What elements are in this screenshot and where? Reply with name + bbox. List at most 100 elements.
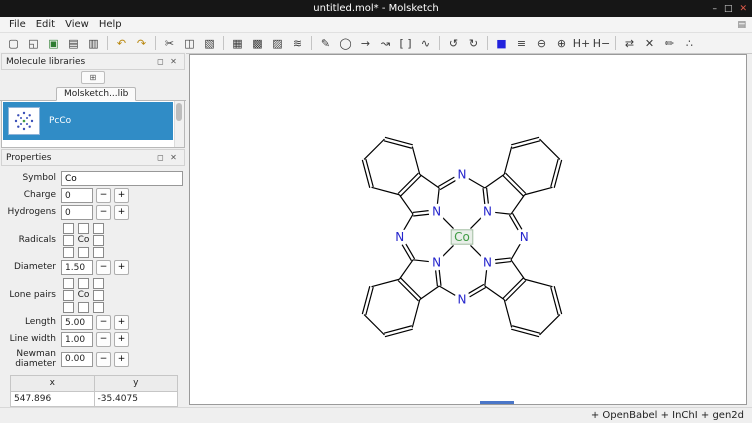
chain-tool-button[interactable]: ∿	[416, 34, 435, 52]
rotate-cw-button[interactable]: ↻	[464, 34, 483, 52]
bond[interactable]	[402, 245, 411, 261]
charge-decrement-button[interactable]: −	[96, 188, 111, 203]
bond[interactable]	[412, 300, 419, 328]
bond[interactable]	[511, 137, 539, 144]
bond[interactable]	[495, 262, 511, 264]
open-file-button[interactable]: ◱	[24, 34, 43, 52]
line-width-button[interactable]: ≡	[512, 34, 531, 52]
bond[interactable]	[511, 195, 525, 214]
bond[interactable]	[470, 245, 481, 256]
bond[interactable]	[469, 179, 485, 188]
bond[interactable]	[551, 287, 558, 315]
properties-float-button[interactable]: ◻	[154, 153, 167, 162]
bond[interactable]	[398, 281, 418, 301]
bond[interactable]	[437, 188, 439, 204]
properties-close-button[interactable]: ✕	[167, 153, 180, 162]
bond[interactable]	[511, 260, 525, 279]
radicals-checkbox[interactable]	[93, 247, 104, 258]
bracket-tool-button[interactable]: [ ]	[396, 34, 415, 52]
bond[interactable]	[525, 279, 553, 286]
bond[interactable]	[420, 286, 439, 300]
bond[interactable]	[525, 187, 553, 194]
radicals-checkbox[interactable]	[63, 247, 74, 258]
drawing-canvas[interactable]: NNNNNNNNCo	[189, 54, 747, 405]
bond[interactable]	[384, 326, 412, 333]
library-settings-button[interactable]: ⊞	[81, 71, 105, 84]
bond[interactable]	[470, 288, 486, 297]
bond[interactable]	[413, 260, 429, 262]
bond[interactable]	[413, 214, 429, 216]
lone-pairs-checkbox[interactable]	[63, 290, 74, 301]
bond[interactable]	[540, 139, 560, 159]
pyrrole-nitrogen-label[interactable]: N	[432, 205, 441, 219]
radicals-checkbox[interactable]	[63, 223, 74, 234]
radicals-checkbox[interactable]	[93, 235, 104, 246]
menu-view[interactable]: View	[60, 19, 94, 30]
bond[interactable]	[372, 187, 400, 194]
bond[interactable]	[366, 159, 373, 187]
export-image-button[interactable]: ▤	[64, 34, 83, 52]
bond[interactable]	[540, 315, 560, 335]
bond[interactable]	[399, 195, 413, 214]
bond[interactable]	[366, 287, 373, 315]
open-library-button[interactable]: ▩	[248, 34, 267, 52]
line-width-value[interactable]: 1.00	[61, 332, 93, 347]
diameter-decrement-button[interactable]: −	[96, 260, 111, 275]
close-button[interactable]: ✕	[739, 4, 747, 14]
color-picker-button[interactable]: ■	[492, 34, 511, 52]
flip-tool-button[interactable]: ⇄	[620, 34, 639, 52]
menu-edit[interactable]: Edit	[31, 19, 60, 30]
maximize-button[interactable]: □	[724, 4, 733, 14]
newman-diameter-decrement-button[interactable]: −	[96, 352, 111, 367]
bond[interactable]	[503, 176, 523, 196]
bond[interactable]	[439, 270, 441, 286]
charge-plus-button[interactable]: ⊕	[552, 34, 571, 52]
rotate-ccw-button[interactable]: ↺	[444, 34, 463, 52]
canvas-hscroll-thumb[interactable]	[480, 401, 514, 404]
radicals-checkbox[interactable]	[78, 223, 89, 234]
pencil-tool-button[interactable]: ✏	[660, 34, 679, 52]
save-button[interactable]: ▣	[44, 34, 63, 52]
library-float-button[interactable]: ◻	[154, 57, 167, 66]
meso-nitrogen-label[interactable]: N	[395, 230, 404, 244]
library-tab-molsketch-lib[interactable]: Molsketch...lib	[56, 87, 136, 101]
coordinate-cell[interactable]: 547.896	[11, 391, 95, 406]
hydrogens-decrement-button[interactable]: −	[96, 205, 111, 220]
length-value[interactable]: 5.00	[61, 315, 93, 330]
charge-increment-button[interactable]: +	[114, 188, 129, 203]
bond[interactable]	[364, 139, 384, 159]
line-width-increment-button[interactable]: +	[114, 332, 129, 347]
bond[interactable]	[384, 141, 412, 148]
library-item[interactable]: PcCo	[3, 102, 173, 140]
bond[interactable]	[554, 286, 561, 314]
meso-nitrogen-label[interactable]: N	[458, 292, 467, 306]
bond[interactable]	[504, 300, 511, 328]
bond[interactable]	[372, 279, 400, 286]
lone-pairs-checkbox[interactable]	[93, 302, 104, 313]
charge-minus-button[interactable]: ⊖	[532, 34, 551, 52]
align-tool-button[interactable]: ≋	[288, 34, 307, 52]
bond[interactable]	[551, 159, 558, 187]
bond[interactable]	[511, 329, 539, 336]
bond[interactable]	[440, 180, 456, 189]
hydrogens-increment-button[interactable]: +	[114, 205, 129, 220]
remove-hydrogen-button[interactable]: H−	[592, 34, 611, 52]
library-scrollbar[interactable]	[174, 101, 184, 147]
delete-tool-button[interactable]: ✕	[640, 34, 659, 52]
bond[interactable]	[405, 243, 414, 259]
bond[interactable]	[495, 258, 511, 260]
bond[interactable]	[438, 177, 454, 186]
bond[interactable]	[485, 286, 504, 300]
lone-pairs-checkbox[interactable]	[93, 290, 104, 301]
bond[interactable]	[442, 245, 453, 256]
bond[interactable]	[512, 326, 540, 333]
bond[interactable]	[362, 286, 369, 314]
titlebar[interactable]: untitled.mol* - Molsketch – □ ✕	[0, 0, 752, 17]
diameter-value[interactable]: 1.50	[61, 260, 93, 275]
print-button[interactable]: ▥	[84, 34, 103, 52]
library-close-button[interactable]: ✕	[167, 57, 180, 66]
lone-pairs-checkbox[interactable]	[93, 278, 104, 289]
bond[interactable]	[398, 173, 418, 193]
hydrogens-value[interactable]: 0	[61, 205, 93, 220]
bond[interactable]	[439, 286, 455, 295]
